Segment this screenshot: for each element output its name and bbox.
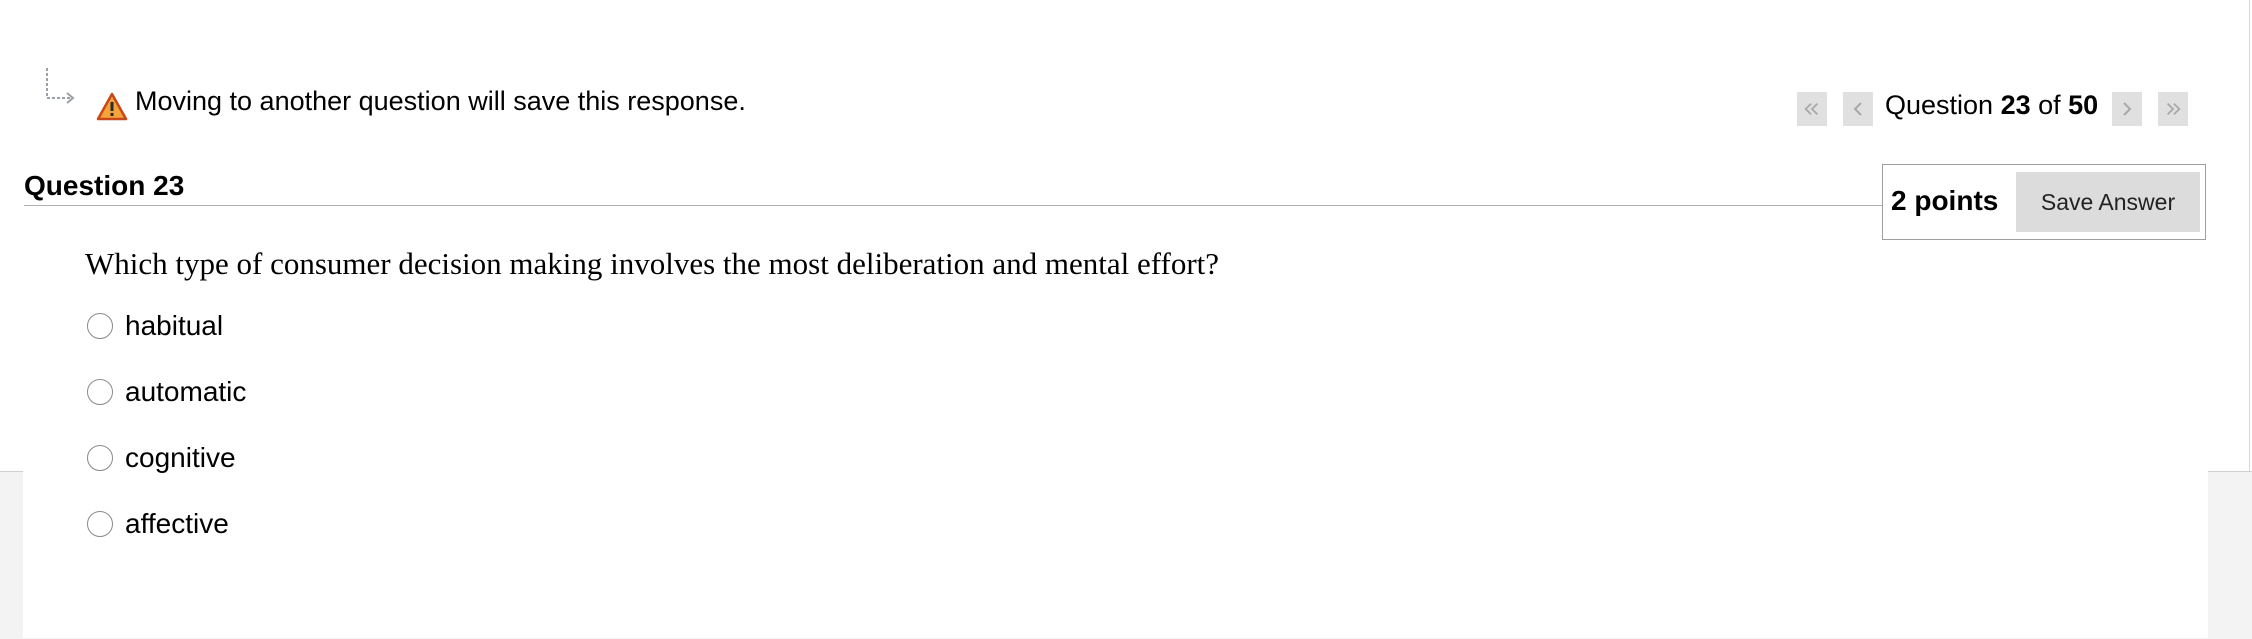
option-automatic[interactable]: automatic — [87, 375, 246, 409]
option-affective[interactable]: affective — [87, 507, 229, 541]
frame-right-border — [2249, 0, 2250, 471]
points-label: 2 points — [1891, 185, 1999, 216]
question-text: Which type of consumer decision making i… — [85, 246, 1220, 281]
double-chevron-left-icon — [1804, 102, 1819, 116]
double-chevron-right-icon — [2166, 102, 2181, 116]
save-answer-button[interactable]: Save Answer — [2016, 172, 2200, 232]
radio-button[interactable] — [87, 511, 113, 537]
radio-button[interactable] — [87, 379, 113, 405]
previous-question-button[interactable] — [1843, 92, 1873, 126]
option-label: cognitive — [125, 442, 236, 473]
first-question-button[interactable] — [1797, 92, 1827, 126]
option-label: habitual — [125, 310, 224, 341]
question-title: Question 23 — [24, 170, 185, 201]
radio-button[interactable] — [87, 313, 113, 339]
radio-button[interactable] — [87, 445, 113, 471]
last-question-button[interactable] — [2158, 92, 2188, 126]
question-position-label: Question 23 of 50 — [1885, 90, 2098, 121]
current-question-number: 23 — [2000, 90, 2031, 120]
option-label: automatic — [125, 376, 247, 407]
return-arrow-icon — [46, 68, 75, 104]
question-label-of: of — [2030, 90, 2069, 120]
total-questions: 50 — [2068, 90, 2099, 120]
question-divider — [24, 205, 1884, 206]
chevron-right-icon — [2123, 102, 2132, 116]
points-panel: 2 points Save Answer — [1882, 164, 2206, 240]
save-warning-text: Moving to another question will save thi… — [135, 86, 746, 116]
option-cognitive[interactable]: cognitive — [87, 441, 236, 475]
question-label-prefix: Question — [1885, 90, 2001, 120]
option-label: affective — [125, 508, 229, 539]
option-habitual[interactable]: habitual — [87, 309, 223, 343]
warning-icon — [96, 92, 128, 121]
chevron-left-icon — [1853, 102, 1862, 116]
next-question-button[interactable] — [2112, 92, 2142, 126]
